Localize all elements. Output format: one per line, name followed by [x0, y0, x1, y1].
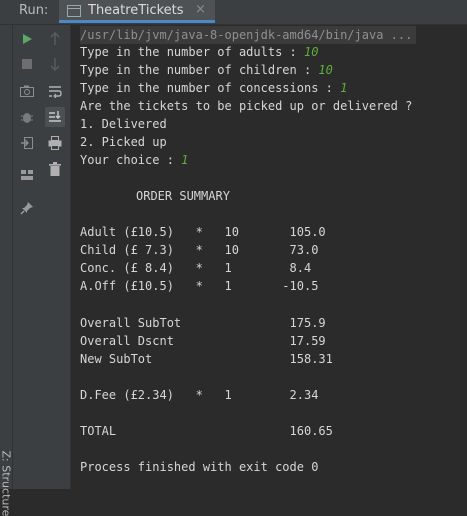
summary-row-concession: Conc. (£ 8.4) * 1 8.4 [80, 261, 312, 275]
exit-message: Process finished with exit code 0 [80, 460, 319, 474]
layout-icon[interactable] [17, 165, 37, 185]
run-label: Run: [19, 3, 49, 18]
concessions-input: 1 [340, 81, 348, 95]
tab-title: TheatreTickets [88, 3, 184, 18]
stop-icon[interactable] [17, 54, 37, 74]
choice-input: 1 [181, 153, 189, 167]
run-toolbar [13, 25, 41, 489]
children-input: 10 [318, 63, 333, 77]
up-arrow-icon[interactable] [45, 29, 65, 49]
camera-icon[interactable] [17, 81, 37, 101]
new-subtotal: New SubTot 158.31 [80, 352, 333, 366]
choice-prompt: Your choice : 1 [80, 151, 188, 169]
console-toolbar [41, 25, 71, 489]
command-line: /usr/lib/jvm/java-8-openjdk-amd64/bin/ja… [80, 26, 417, 44]
summary-row-adult-off: A.Off (£10.5) * 1 -10.5 [80, 279, 319, 293]
concessions-prompt-text: Type in the number of concessions : [80, 81, 341, 95]
adults-prompt: Type in the number of adults : 10 [80, 43, 318, 61]
delivery-question: Are the tickets to be picked up or deliv… [80, 99, 413, 113]
debug-icon[interactable] [17, 107, 37, 127]
tab-theatre-tickets[interactable]: TheatreTickets × [59, 0, 215, 23]
adults-prompt-text: Type in the number of adults : [80, 45, 304, 59]
adults-input: 10 [303, 45, 319, 59]
exit-icon[interactable] [17, 133, 37, 153]
pin-icon[interactable] [17, 198, 37, 218]
order-summary-title: ORDER SUMMARY [136, 189, 230, 203]
summary-row-child: Child (£ 7.3) * 10 73.0 [80, 243, 319, 257]
run-icon[interactable] [17, 29, 37, 49]
structure-tool-button[interactable]: Z: Structure [0, 451, 13, 516]
overall-discount: Overall Dscnt 17.59 [80, 334, 326, 348]
overall-subtotal: Overall SubTot 175.9 [80, 316, 326, 330]
concessions-prompt: Type in the number of concessions : 1 [80, 79, 347, 97]
soft-wrap-icon[interactable] [45, 81, 65, 101]
close-tab-icon[interactable]: × [195, 2, 206, 17]
delivery-fee: D.Fee (£2.34) * 1 2.34 [80, 388, 319, 402]
total-line: TOTAL 160.65 [80, 424, 333, 438]
scroll-to-end-icon[interactable] [45, 107, 65, 127]
summary-row-adult: Adult (£10.5) * 10 105.0 [80, 225, 326, 239]
console-output[interactable]: /usr/lib/jvm/java-8-openjdk-amd64/bin/ja… [71, 25, 467, 489]
children-prompt-text: Type in the number of children : [80, 63, 319, 77]
trash-icon[interactable] [45, 159, 65, 179]
children-prompt: Type in the number of children : 10 [80, 61, 333, 79]
application-icon [67, 5, 81, 17]
print-icon[interactable] [45, 133, 65, 153]
choice-prompt-text: Your choice : [80, 153, 182, 167]
option-picked-up: 2. Picked up [80, 135, 167, 149]
option-delivered: 1. Delivered [80, 117, 167, 131]
left-tool-strip: Z: Structure [0, 25, 13, 516]
run-tool-window-header: Run: TheatreTickets × [0, 0, 467, 25]
down-arrow-icon[interactable] [45, 54, 65, 74]
